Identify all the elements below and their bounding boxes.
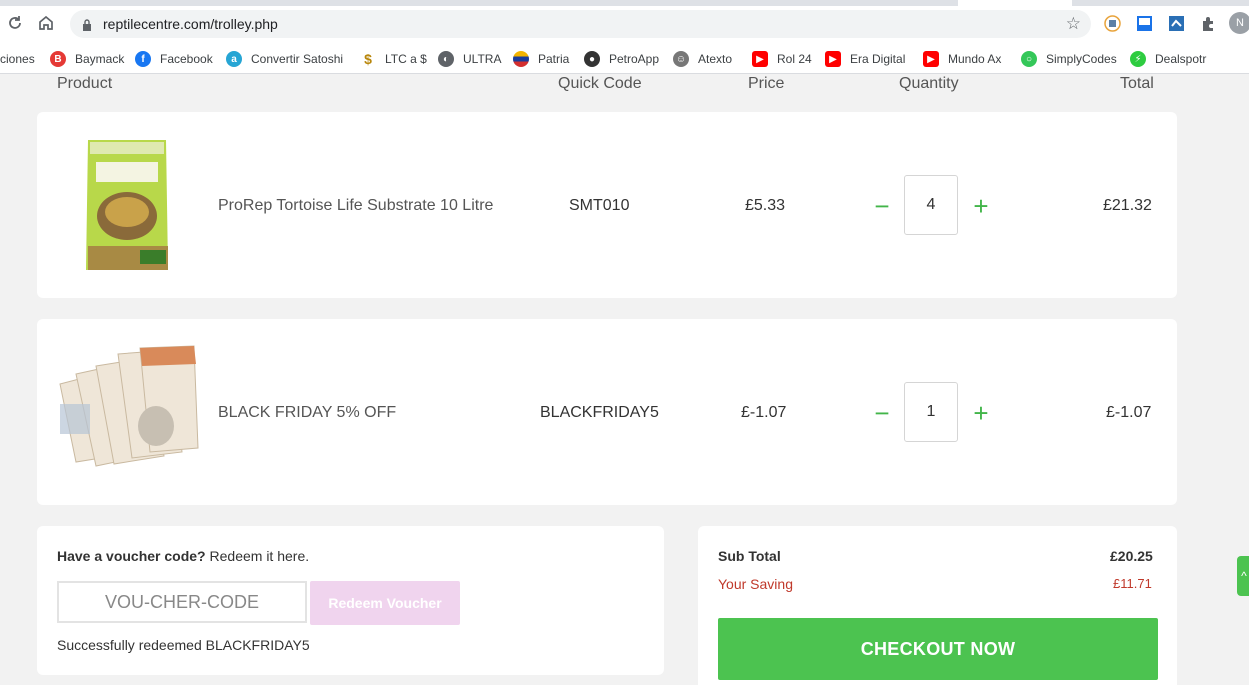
petro-icon: ● (584, 51, 600, 67)
voucher-panel: Have a voucher code? Redeem it here. VOU… (37, 526, 664, 675)
baymack-icon: B (50, 51, 66, 67)
youtube-icon: ▶ (923, 51, 939, 67)
profile-avatar[interactable]: N (1229, 12, 1249, 34)
bookmarks-bar: ciones B Baymack f Facebook a Convertir Sat… (0, 44, 1249, 74)
item-name[interactable]: ProRep Tortoise Life Substrate 10 Litre (218, 197, 493, 215)
bookmark-baymack[interactable]: B Baymack (50, 50, 124, 68)
bookmark-label: PetroApp (609, 52, 660, 66)
bookmark-simplycodes[interactable]: ○ SimplyCodes (1021, 50, 1117, 68)
bookmark-convertir-satoshi[interactable]: a Convertir Satoshi (226, 50, 343, 68)
subtotal-value: £20.25 (1110, 548, 1153, 564)
quantity-input[interactable]: 1 (904, 382, 958, 442)
bookmark-label: Atexto (698, 52, 733, 66)
patria-icon (513, 51, 529, 67)
lock-icon (82, 18, 92, 31)
extensions-puzzle-icon[interactable] (1200, 15, 1217, 32)
header-total: Total (1120, 75, 1154, 92)
bookmark-era-digital[interactable]: ▶ Era Digital (825, 50, 905, 68)
scroll-top-button[interactable]: ^ (1237, 556, 1249, 596)
dollar-icon: $ (364, 51, 372, 67)
trolley-page: Product Quick Code Price Quantity Total … (0, 75, 1249, 685)
bookmark-ltc[interactable]: $ LTC a $ (360, 50, 427, 68)
tortoise-substrate-bag-image[interactable] (82, 134, 172, 276)
header-product: Product (57, 75, 113, 92)
extension-icon-1[interactable] (1104, 15, 1121, 32)
subtotal-label: Sub Total (718, 548, 781, 564)
item-name[interactable]: BLACK FRIDAY 5% OFF (218, 404, 396, 422)
home-icon[interactable] (37, 14, 55, 32)
bookmark-mundo-ax[interactable]: ▶ Mundo Ax (923, 50, 1001, 68)
item-total: £21.32 (1103, 197, 1152, 214)
redeem-voucher-button[interactable]: Redeem Voucher (310, 581, 460, 625)
bookmark-label: Dealspotr (1155, 52, 1207, 66)
item-code: SMT010 (569, 197, 630, 214)
bookmark-label: Facebook (160, 52, 213, 66)
increase-quantity-button[interactable]: + (968, 193, 994, 220)
bookmark-label: Convertir Satoshi (251, 52, 344, 66)
bookmark-atexto[interactable]: ☺ Atexto (673, 50, 732, 68)
item-price: £5.33 (745, 197, 786, 214)
bookmark-label: Mundo Ax (948, 52, 1002, 66)
reload-icon[interactable] (6, 14, 24, 32)
item-total: £-1.07 (1106, 404, 1152, 421)
decrease-quantity-button[interactable]: − (869, 193, 895, 220)
active-tab-edge (958, 0, 1072, 6)
voucher-success-message: Successfully redeemed BLACKFRIDAY5 (57, 637, 310, 653)
extension-icon-3[interactable] (1168, 15, 1185, 32)
satoshi-icon: a (226, 51, 242, 67)
item-code: BLACKFRIDAY5 (540, 404, 659, 421)
bookmark-dealspotr[interactable]: ⚡ Dealspotr (1130, 50, 1206, 68)
bookmark-label: ULTRA (463, 52, 502, 66)
order-summary-panel: Sub Total £20.25 Your Saving £11.71 CHEC… (698, 526, 1177, 685)
extension-icon-2[interactable] (1136, 15, 1153, 32)
globe-icon: ◐ (438, 51, 454, 67)
bookmark-star-icon[interactable]: ☆ (1066, 14, 1081, 34)
bookmark-label: SimplyCodes (1046, 52, 1117, 66)
item-price: £-1.07 (741, 404, 787, 421)
checkout-now-button[interactable]: CHECKOUT NOW (718, 618, 1158, 680)
header-price: Price (748, 75, 785, 92)
bookmark-petroapp[interactable]: ● PetroApp (584, 50, 659, 68)
bookmark-ciones[interactable]: ciones (0, 50, 35, 68)
voucher-title: Have a voucher code? Redeem it here. (57, 548, 309, 564)
voucher-title-rest: Redeem it here. (205, 548, 310, 564)
facebook-icon: f (135, 51, 151, 67)
atexto-icon: ☺ (673, 51, 689, 67)
simplycodes-icon: ○ (1021, 51, 1037, 67)
tab-strip (0, 0, 1249, 6)
bookmark-label: LTC a $ (385, 52, 427, 66)
bookmark-label: Era Digital (850, 52, 906, 66)
increase-quantity-button[interactable]: + (968, 400, 994, 427)
decrease-quantity-button[interactable]: − (869, 400, 895, 427)
url-text: reptilecentre.com/trolley.php (103, 16, 278, 32)
bookmark-facebook[interactable]: f Facebook (135, 50, 213, 68)
youtube-icon: ▶ (825, 51, 841, 67)
cart-item-row: BLACK FRIDAY 5% OFF BLACKFRIDAY5 £-1.07 … (37, 319, 1177, 505)
header-quantity: Quantity (899, 75, 959, 92)
bookmark-label: Patria (538, 52, 570, 66)
bookmark-rol24[interactable]: ▶ Rol 24 (752, 50, 812, 68)
voucher-title-bold: Have a voucher code? (57, 548, 206, 564)
bookmark-label: Baymack (75, 52, 125, 66)
bookmark-label: ciones (0, 52, 35, 66)
dealspotr-icon: ⚡ (1130, 51, 1146, 67)
banknotes-image[interactable] (56, 344, 201, 476)
quantity-input[interactable]: 4 (904, 175, 958, 235)
voucher-code-input[interactable]: VOU-CHER-CODE (57, 581, 307, 623)
bookmark-label: Rol 24 (777, 52, 812, 66)
bookmark-patria[interactable]: Patria (513, 50, 569, 68)
bookmark-ultra[interactable]: ◐ ULTRA (438, 50, 501, 68)
header-quick-code: Quick Code (558, 75, 642, 92)
saving-label: Your Saving (718, 576, 793, 592)
address-bar[interactable]: reptilecentre.com/trolley.php ☆ (70, 10, 1091, 38)
browser-toolbar: reptilecentre.com/trolley.php ☆ N (0, 0, 1249, 44)
cart-item-row: ProRep Tortoise Life Substrate 10 Litre … (37, 112, 1177, 298)
youtube-icon: ▶ (752, 51, 768, 67)
saving-value: £11.71 (1113, 576, 1152, 591)
